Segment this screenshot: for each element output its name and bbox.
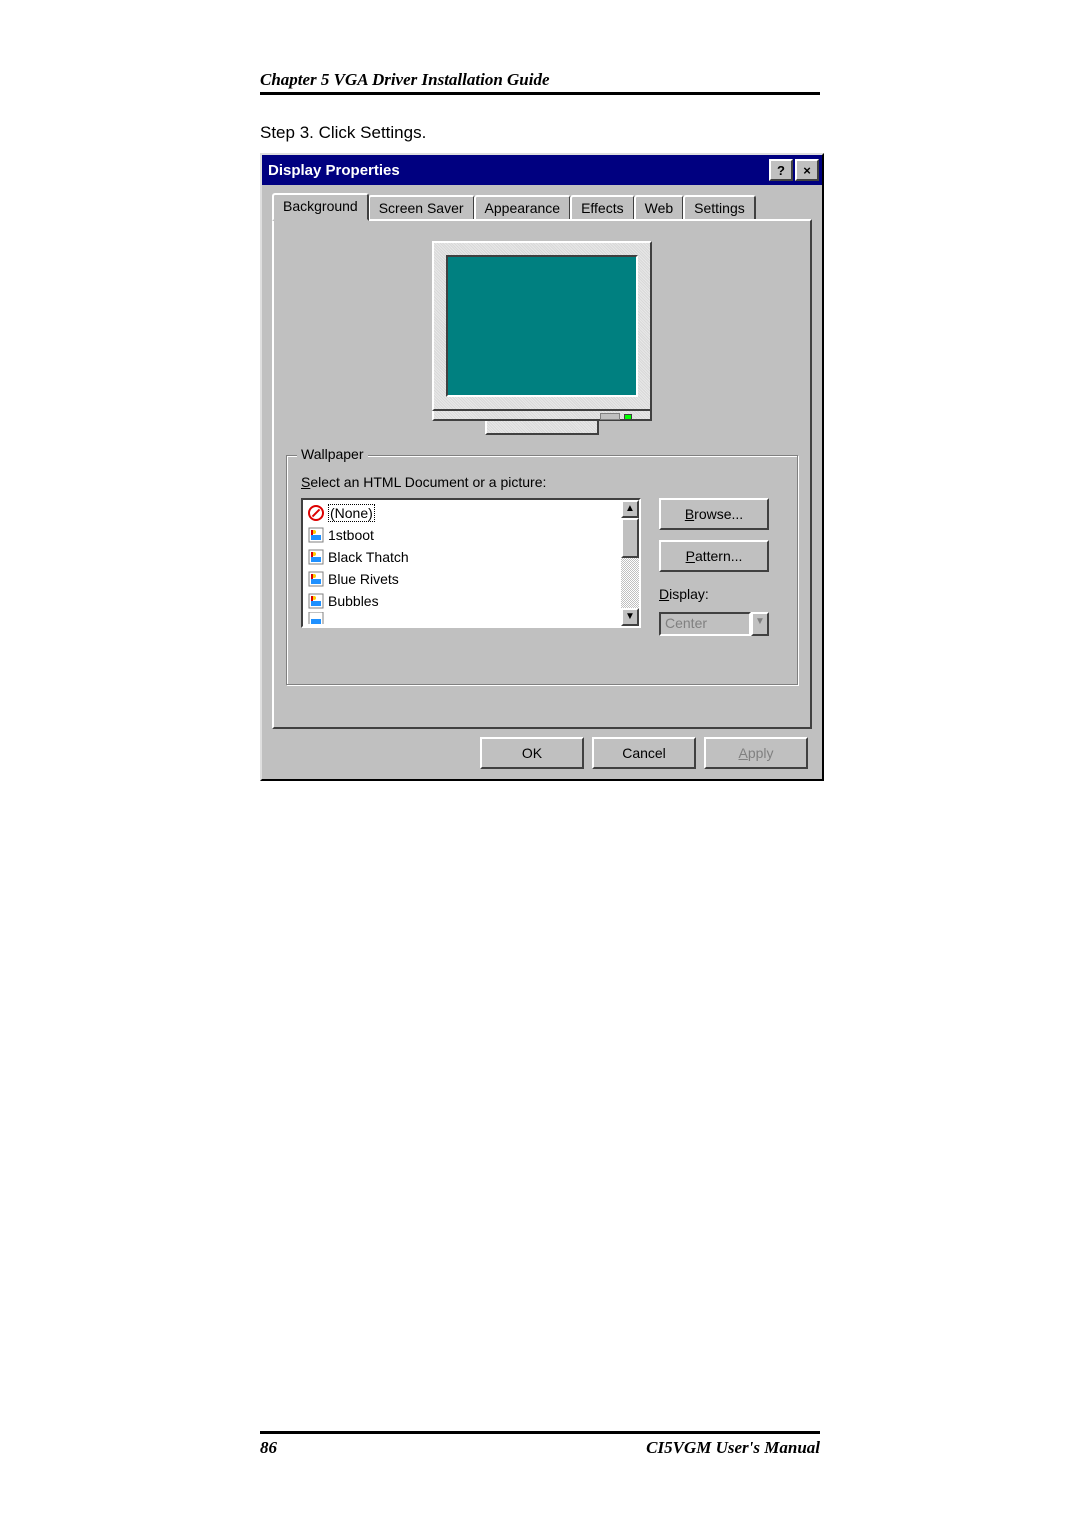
titlebar: Display Properties ? × [262,155,822,185]
none-icon [308,505,324,521]
pattern-button[interactable]: Pattern... [659,540,769,572]
tab-background[interactable]: Background [272,193,369,221]
ok-button[interactable]: OK [480,737,584,769]
list-item[interactable]: Bubbles [305,590,619,612]
list-item-none[interactable]: (None) [305,502,619,524]
page-number: 86 [260,1438,277,1458]
scroll-down-button[interactable]: ▼ [621,608,639,626]
tab-screen-saver[interactable]: Screen Saver [368,195,475,219]
chapter-header: Chapter 5 VGA Driver Installation Guide [260,70,820,95]
page-footer: 86 CI5VGM User's Manual [260,1431,820,1458]
bmp-icon [308,571,324,587]
tab-panel: Wallpaper Select an HTML Document or a p… [272,219,812,729]
bmp-icon [308,549,324,565]
list-item[interactable]: Blue Rivets [305,568,619,590]
tab-appearance[interactable]: Appearance [474,195,572,219]
step-text: Step 3. Click Settings. [260,123,820,143]
apply-button: Apply [704,737,808,769]
monitor-preview [432,241,652,435]
tab-settings[interactable]: Settings [683,195,756,219]
bmp-icon [308,527,324,543]
list-item[interactable] [305,612,619,624]
tabstrip: Background Screen Saver Appearance Effec… [272,193,812,219]
listbox-scrollbar[interactable]: ▲ ▼ [621,500,639,626]
wallpaper-group-label: Wallpaper [297,446,368,462]
list-item[interactable]: 1stboot [305,524,619,546]
tab-effects[interactable]: Effects [570,195,635,219]
close-button[interactable]: × [795,159,819,181]
bmp-icon [308,593,324,609]
display-value: Center [659,612,751,636]
wallpaper-listbox[interactable]: (None) 1stboot Black Thatch [301,498,641,628]
display-properties-dialog: Display Properties ? × Background Screen… [260,153,824,781]
dialog-title: Display Properties [268,162,767,179]
scroll-up-button[interactable]: ▲ [621,500,639,518]
cancel-button[interactable]: Cancel [592,737,696,769]
display-label: Display: [659,586,769,602]
help-button[interactable]: ? [769,159,793,181]
monitor-screen [446,255,638,397]
manual-title: CI5VGM User's Manual [646,1438,820,1458]
display-combo: Center ▼ [659,612,769,636]
tab-web[interactable]: Web [634,195,685,219]
browse-button[interactable]: Browse... [659,498,769,530]
list-item[interactable]: Black Thatch [305,546,619,568]
select-label: Select an HTML Document or a picture: [301,474,783,490]
bmp-icon [308,612,324,624]
combo-dropdown-button: ▼ [751,612,769,636]
scroll-thumb[interactable] [621,518,639,558]
wallpaper-group: Wallpaper Select an HTML Document or a p… [286,455,798,685]
